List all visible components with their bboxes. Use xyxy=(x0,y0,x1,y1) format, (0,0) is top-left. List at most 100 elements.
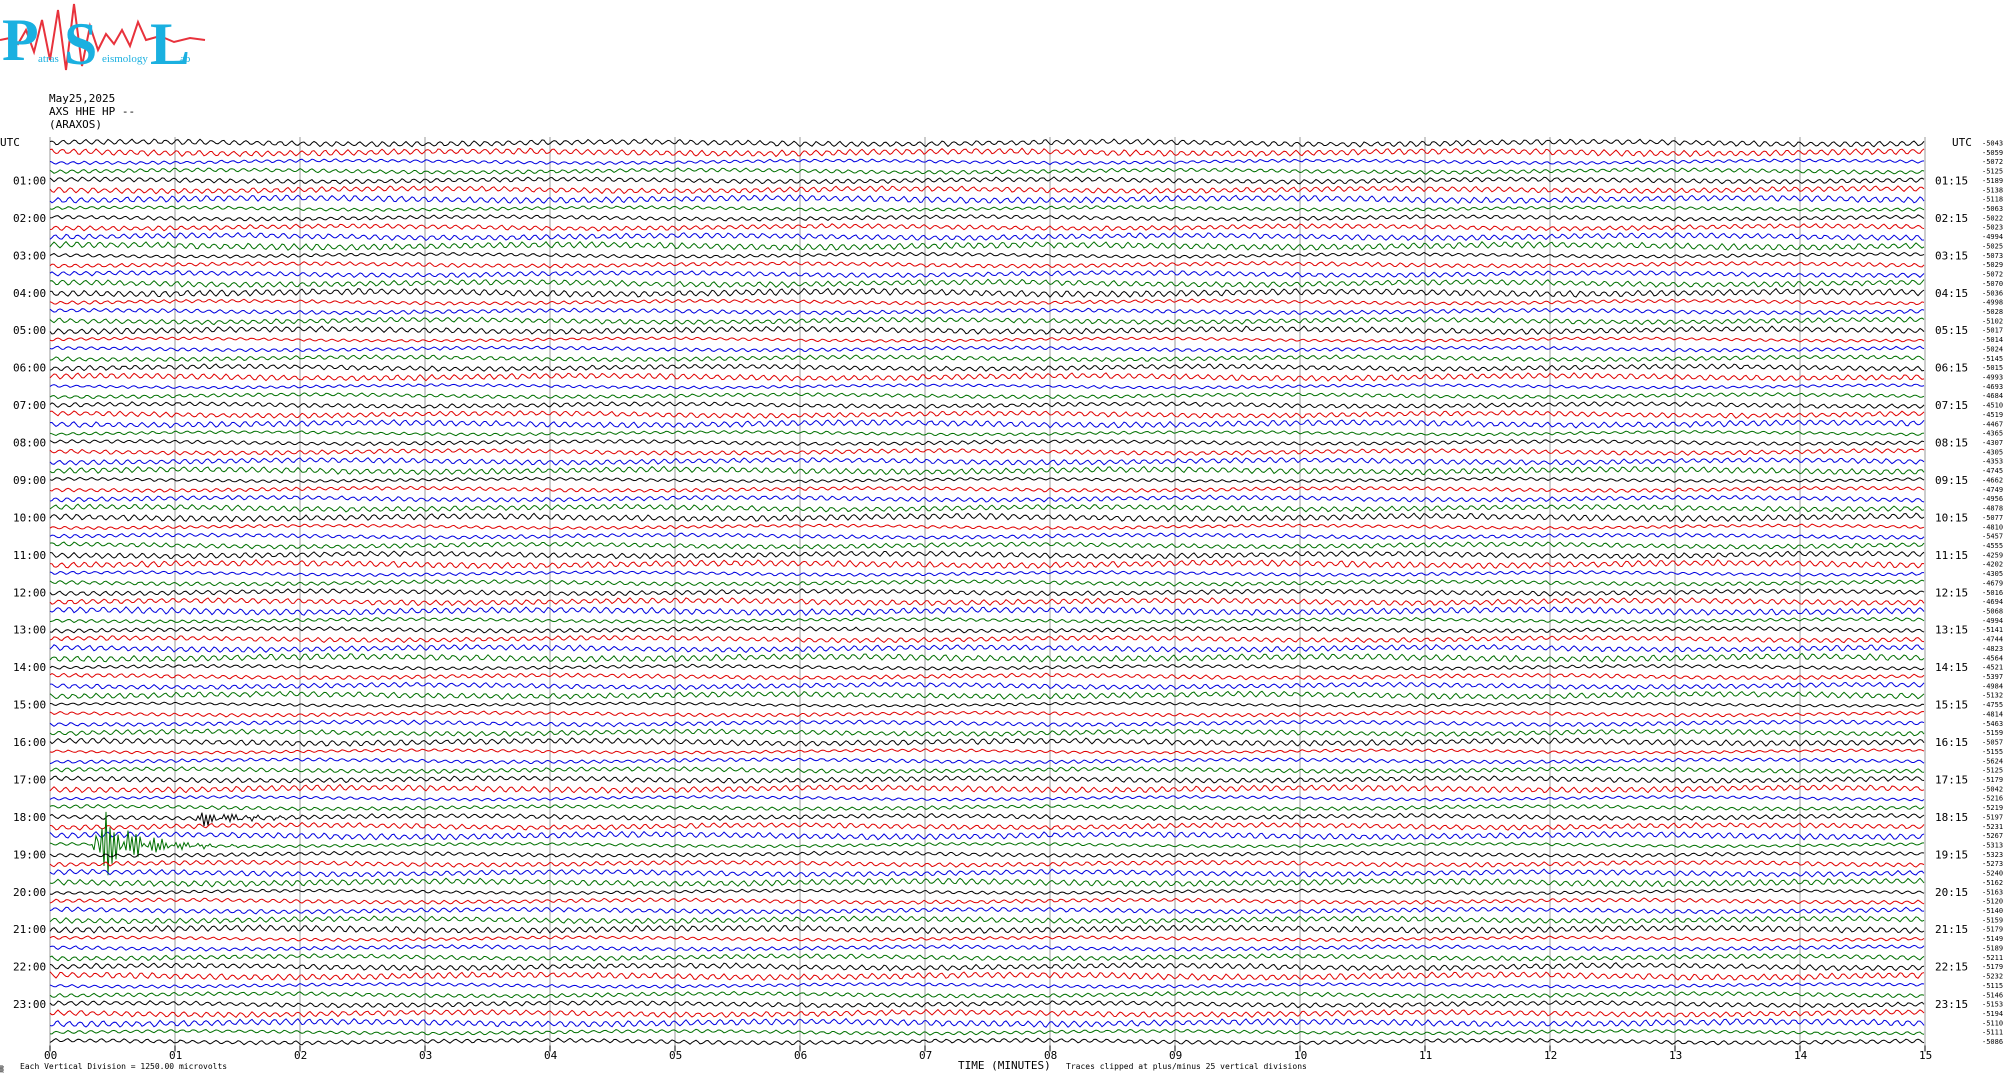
trace-line xyxy=(49,877,1925,888)
trace-line xyxy=(49,588,1925,597)
trace-line xyxy=(49,953,1925,962)
trace-offset-label: -5073 xyxy=(1982,252,2003,260)
trace-offset-label: -4662 xyxy=(1982,476,2003,484)
trace-offset-label: -5211 xyxy=(1982,954,2003,962)
trace-line xyxy=(49,728,1925,738)
right-time-label: 16:15 xyxy=(1935,736,1968,749)
trace-line xyxy=(49,205,1925,212)
trace-line xyxy=(49,766,1925,774)
left-time-label: 06:00 xyxy=(13,362,46,375)
trace-offset-label: -5179 xyxy=(1982,926,2003,934)
trace-line xyxy=(49,214,1925,222)
trace-offset-label: -5059 xyxy=(1982,149,2003,157)
trace-line xyxy=(49,231,1925,242)
trace-line xyxy=(49,570,1924,577)
trace-offset-label: -4305 xyxy=(1982,448,2003,456)
trace-line xyxy=(49,550,1925,560)
trace-line xyxy=(50,681,1925,691)
x-tick-label: 09 xyxy=(1169,1049,1182,1062)
trace-offset-label: -5132 xyxy=(1982,692,2003,700)
trace-line xyxy=(49,690,1925,700)
trace-line xyxy=(49,447,1925,456)
trace-offset-label: -5118 xyxy=(1982,196,2003,204)
right-time-label: 01:15 xyxy=(1935,174,1968,187)
trace-line xyxy=(49,269,1925,279)
trace-line xyxy=(49,935,1925,942)
trace-offset-label: -4202 xyxy=(1982,561,2003,569)
left-time-label: 19:00 xyxy=(13,848,46,861)
utc-label-left: UTC xyxy=(0,136,20,149)
trace-offset-label: -4956 xyxy=(1982,495,2003,503)
trace-line xyxy=(49,523,1925,531)
trace-line xyxy=(49,1017,1925,1028)
x-tick-label: 13 xyxy=(1669,1049,1682,1062)
trace-line xyxy=(49,485,1925,494)
x-tick-label: 12 xyxy=(1544,1049,1557,1062)
trace-offset-label: -4307 xyxy=(1982,439,2003,447)
trace-offset-label: -5125 xyxy=(1982,767,2003,775)
left-time-label: 10:00 xyxy=(13,511,46,524)
trace-offset-label: -5023 xyxy=(1982,224,2003,232)
trace-offset-label: -5149 xyxy=(1982,935,2003,943)
trace-offset-label: -5179 xyxy=(1982,776,2003,784)
trace-line xyxy=(49,240,1925,251)
trace-line xyxy=(49,494,1925,503)
trace-offset-label: -5070 xyxy=(1982,280,2003,288)
trace-offset-label: -5267 xyxy=(1982,832,2003,840)
trace-offset-label: -5043 xyxy=(1982,140,2003,148)
right-time-label: 07:15 xyxy=(1935,399,1968,412)
left-time-label: 22:00 xyxy=(13,961,46,974)
trace-offset-label: -5072 xyxy=(1982,271,2003,279)
trace-line xyxy=(49,372,1925,382)
utc-label-right: UTC xyxy=(1952,136,1972,149)
right-time-label: 13:15 xyxy=(1935,624,1968,637)
trace-offset-label: -5463 xyxy=(1982,720,2003,728)
trace-line xyxy=(49,336,1925,343)
trace-offset-label: -5219 xyxy=(1982,804,2003,812)
trace-line xyxy=(49,774,1925,784)
right-time-label: 14:15 xyxy=(1935,661,1968,674)
trace-line xyxy=(49,757,1925,765)
trace-offset-label: -5042 xyxy=(1982,785,2003,793)
right-time-label: 15:15 xyxy=(1935,699,1968,712)
trace-line xyxy=(49,503,1925,513)
trace-offset-label: -5397 xyxy=(1982,673,2003,681)
right-time-label: 05:15 xyxy=(1935,324,1968,337)
trace-line xyxy=(49,821,1925,831)
right-time-label: 18:15 xyxy=(1935,811,1968,824)
left-time-label: 20:00 xyxy=(13,886,46,899)
right-time-label: 23:15 xyxy=(1935,998,1968,1011)
right-time-label: 10:15 xyxy=(1935,511,1968,524)
trace-offset-label: -5017 xyxy=(1982,327,2003,335)
trace-offset-label: -5231 xyxy=(1982,823,2003,831)
left-time-label: 12:00 xyxy=(13,586,46,599)
left-time-label: 18:00 xyxy=(13,811,46,824)
trace-offset-label: -4814 xyxy=(1982,710,2003,718)
trace-line xyxy=(49,325,1925,336)
trace-offset-label: -5145 xyxy=(1982,355,2003,363)
trace-line xyxy=(49,194,1925,205)
trace-offset-label: -4994 xyxy=(1982,233,2003,241)
trace-line xyxy=(49,392,1925,400)
trace-line xyxy=(49,278,1925,289)
trace-line xyxy=(49,476,1925,484)
scale-note: Each Vertical Division = 1250.00 microvo… xyxy=(20,1062,227,1071)
trace-offset-label: -4984 xyxy=(1982,682,2003,690)
x-tick-label: 04 xyxy=(544,1049,558,1062)
trace-line xyxy=(49,859,1925,868)
left-time-label: 08:00 xyxy=(13,437,46,450)
trace-line xyxy=(49,804,1925,812)
left-time-label: 23:00 xyxy=(13,998,46,1011)
trace-offset-label: -5163 xyxy=(1982,888,2003,896)
trace-line xyxy=(49,962,1925,972)
trace-line xyxy=(49,354,1925,363)
x-axis-label: TIME (MINUTES) xyxy=(958,1059,1051,1072)
trace-line xyxy=(49,999,1925,1009)
trace-line xyxy=(49,298,1925,306)
trace-offset-label: -5232 xyxy=(1982,973,2003,981)
trace-offset-label: -5024 xyxy=(1982,345,2003,353)
trace-line xyxy=(49,465,1925,476)
trace-offset-label: -5189 xyxy=(1982,177,2003,185)
trace-line xyxy=(49,990,1925,999)
trace-offset-label: -4693 xyxy=(1982,383,2003,391)
